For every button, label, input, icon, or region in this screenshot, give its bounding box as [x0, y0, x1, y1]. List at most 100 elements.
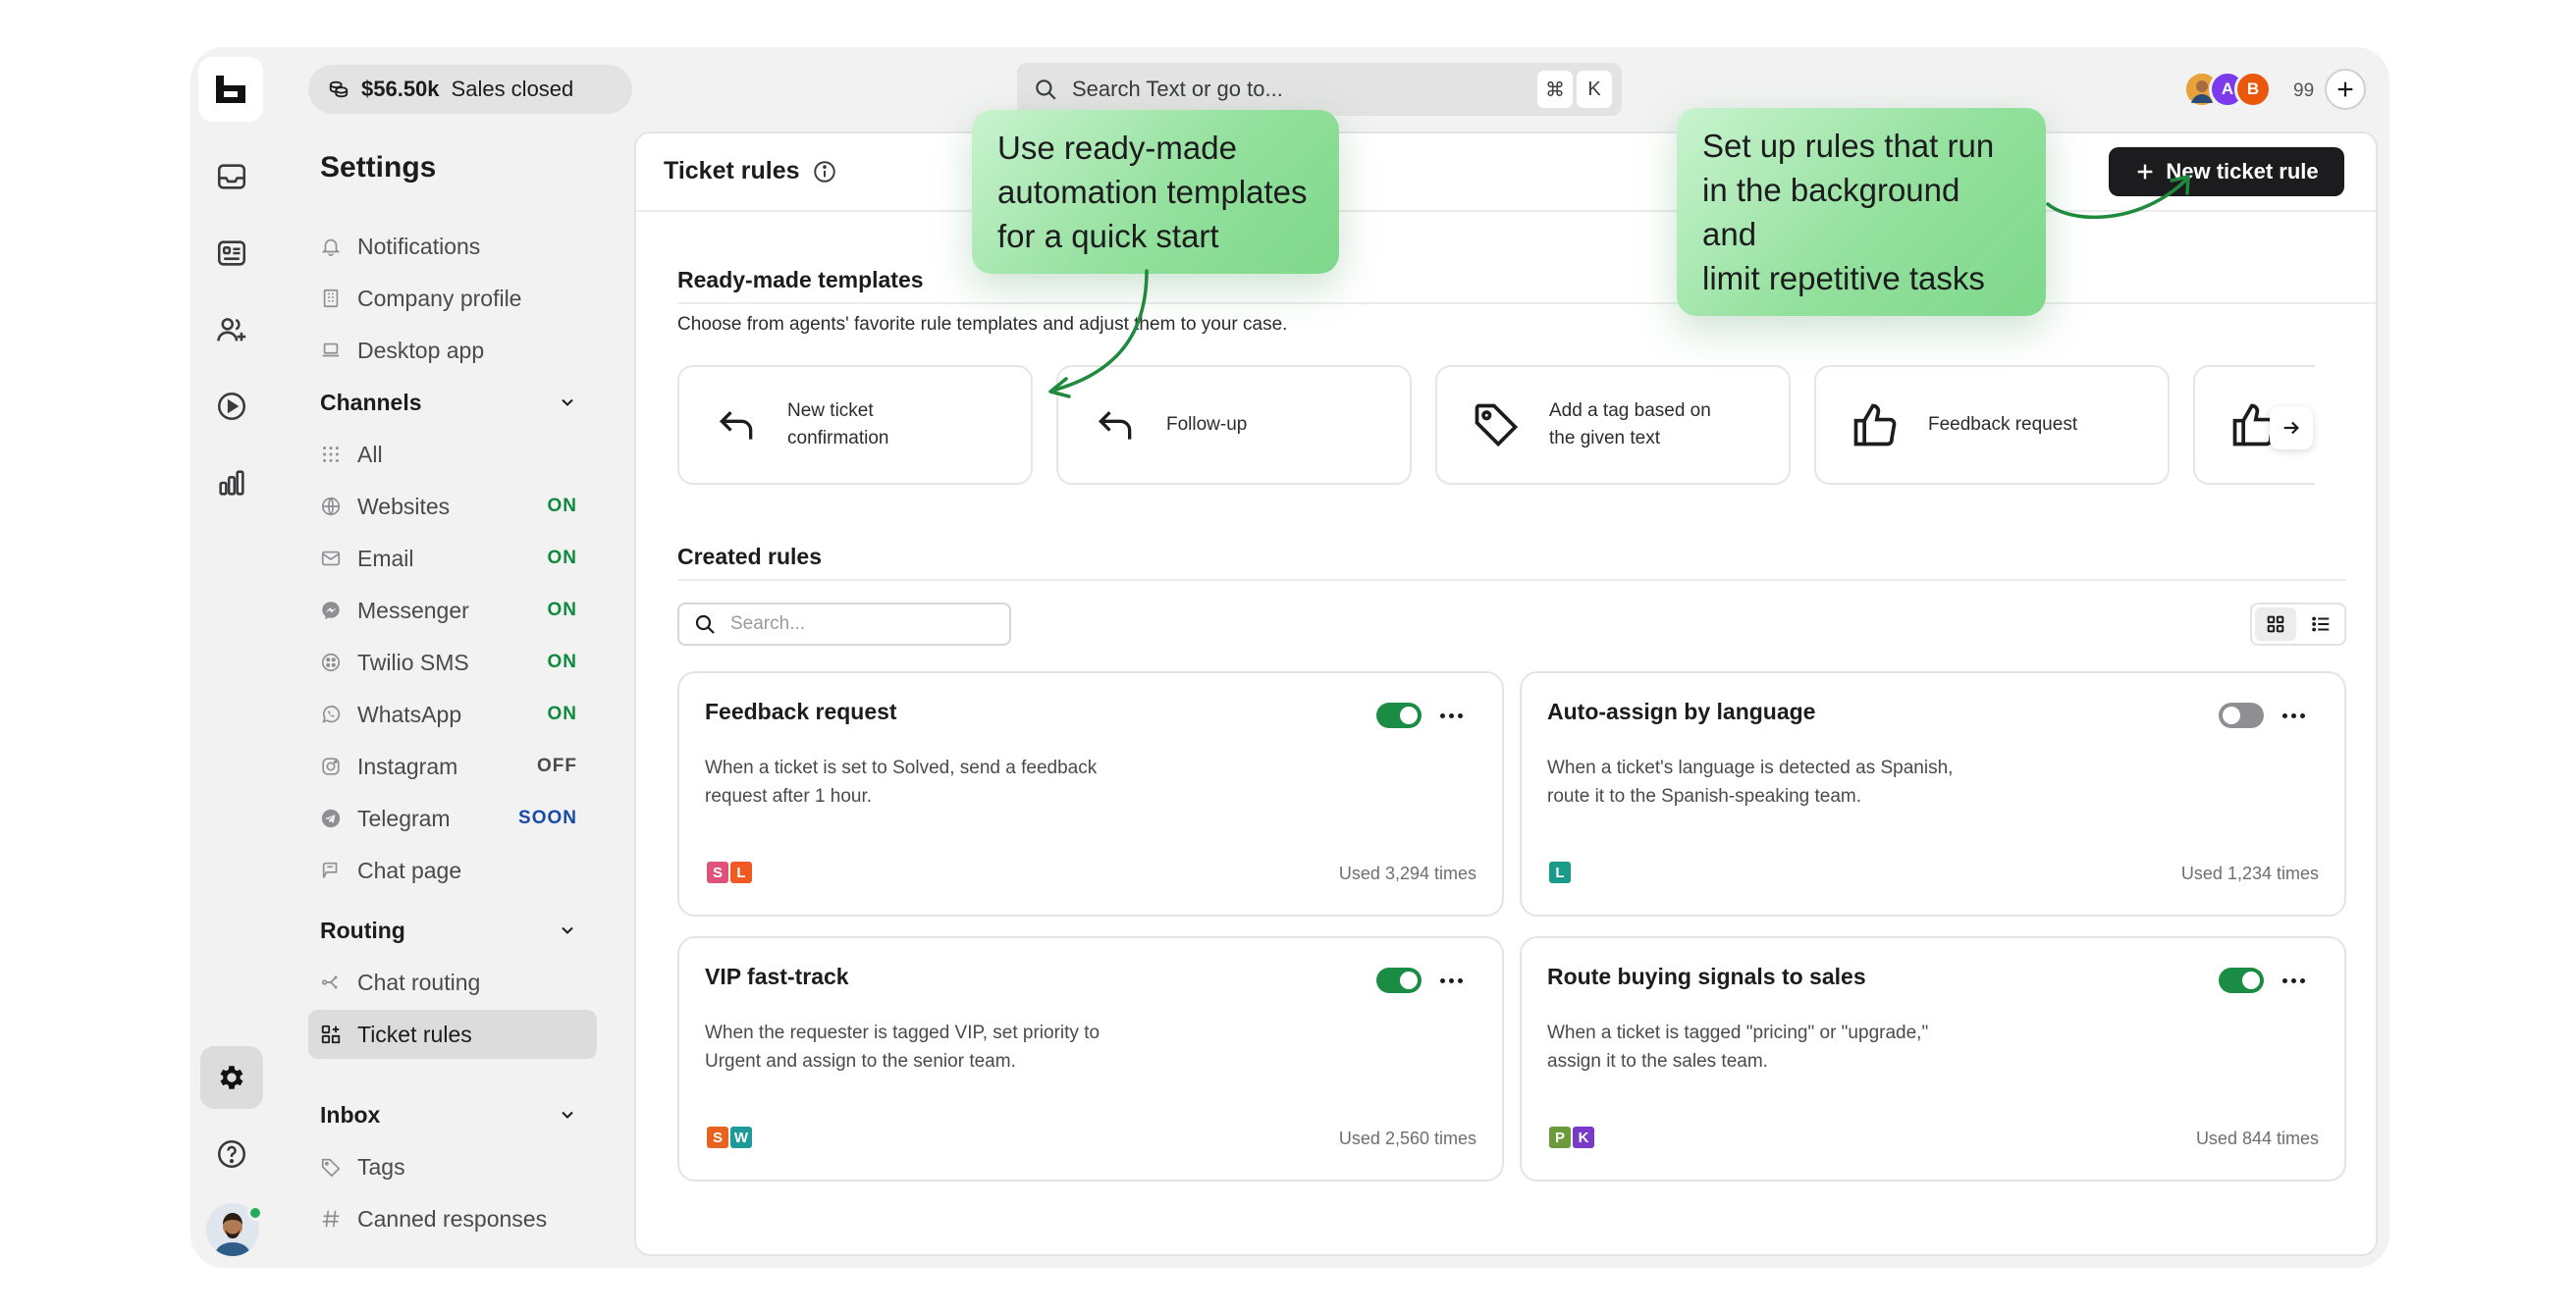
channels-section-header[interactable]: Channels: [308, 381, 597, 424]
nav-item-chat-page[interactable]: Chat page: [308, 846, 597, 895]
template-card-add-tag[interactable]: Add a tag based on the given text: [1435, 365, 1791, 485]
telegram-icon: [320, 808, 342, 829]
rule-desc-line: When a ticket is set to Solved, send a f…: [705, 758, 1098, 778]
list-view-button[interactable]: [2300, 607, 2341, 641]
add-button[interactable]: [2325, 69, 2366, 110]
nav-item-canned-responses[interactable]: Canned responses: [308, 1194, 597, 1243]
nav-item-twilio-sms[interactable]: Twilio SMS ON: [308, 638, 597, 687]
nav-item-whatsapp[interactable]: WhatsApp ON: [308, 690, 597, 739]
rule-enabled-toggle[interactable]: [2219, 703, 2264, 728]
new-ticket-rule-button[interactable]: New ticket rule: [2109, 147, 2344, 196]
rule-card-vip-fast-track[interactable]: VIP fast-track When the requester is tag…: [677, 936, 1504, 1182]
nav-item-instagram[interactable]: Instagram OFF: [308, 742, 597, 791]
nav-item-label: Tags: [357, 1153, 405, 1180]
chevron-down-icon: [562, 398, 573, 406]
nav-item-messenger[interactable]: Messenger ON: [308, 586, 597, 635]
global-search-input[interactable]: Search Text or go to... ⌘ K: [1017, 63, 1622, 116]
template-card-follow-up[interactable]: Follow-up: [1056, 365, 1412, 485]
grid-icon: [2267, 615, 2284, 633]
template-label-line: confirmation: [787, 428, 889, 448]
grid-view-button[interactable]: [2255, 607, 2296, 641]
search-icon: [1036, 79, 1056, 100]
nav-item-label: Chat routing: [357, 969, 481, 995]
rule-card-route-buying-signals[interactable]: Route buying signals to sales When a tic…: [1520, 936, 2346, 1182]
nav-item-label: Websites: [357, 493, 451, 519]
kbd-cmd: ⌘: [1537, 71, 1573, 108]
nav-item-tags[interactable]: Tags: [308, 1142, 597, 1191]
team-avatars[interactable]: A B 99: [2183, 67, 2314, 114]
inbox-nav-button[interactable]: [200, 145, 263, 208]
nav-item-desktop-app[interactable]: Desktop app: [308, 326, 597, 375]
nav-item-label: Notifications: [357, 233, 481, 259]
rule-desc-line: route it to the Spanish-speaking team.: [1547, 786, 1862, 807]
reports-nav-button[interactable]: [200, 451, 263, 514]
help-icon: [217, 1139, 246, 1169]
routing-heading: Routing: [320, 917, 405, 943]
help-nav-button[interactable]: [200, 1123, 263, 1185]
team-nav-button[interactable]: [200, 298, 263, 361]
rule-desc-line: When a ticket's language is detected as …: [1547, 758, 1954, 778]
rule-description: When a ticket's language is detected as …: [1547, 754, 2058, 811]
rules-search-input[interactable]: Search...: [677, 603, 1011, 646]
nav-item-company-profile[interactable]: Company profile: [308, 274, 597, 323]
app-logo[interactable]: [198, 57, 263, 122]
more-options-button[interactable]: [2278, 966, 2309, 995]
nav-item-label: Instagram: [357, 753, 458, 779]
online-status-dot: [247, 1205, 263, 1221]
status-badge: ON: [547, 600, 577, 620]
page-title: Ticket rules: [664, 157, 837, 185]
rule-description: When the requester is tagged VIP, set pr…: [705, 1019, 1215, 1076]
templates-next-button[interactable]: [2270, 406, 2313, 449]
plus-icon: [2138, 164, 2153, 180]
tag-icon: [320, 1156, 342, 1178]
inbox-section-header[interactable]: Inbox: [308, 1093, 597, 1136]
nav-item-telegram[interactable]: Telegram SOON: [308, 794, 597, 843]
more-options-button[interactable]: [1435, 966, 1467, 995]
reply-arrow-icon: [1098, 410, 1132, 440]
assignee-badges: S L: [705, 860, 754, 885]
contact-card-icon: [217, 240, 246, 266]
nav-item-all[interactable]: All: [308, 430, 597, 479]
usage-count: Used 844 times: [2195, 1129, 2319, 1148]
callout-line: in the background and: [1702, 172, 1960, 252]
more-options-button[interactable]: [1435, 701, 1467, 730]
nav-item-email[interactable]: Email ON: [308, 534, 597, 583]
template-card-feedback-request[interactable]: Feedback request: [1814, 365, 2170, 485]
messenger-icon: [320, 600, 342, 621]
rule-title: Route buying signals to sales: [1547, 964, 1866, 989]
page-title-text: Ticket rules: [664, 157, 800, 184]
assignee-badges: P K: [1547, 1125, 1596, 1150]
automations-nav-button[interactable]: [200, 375, 263, 438]
settings-nav-button[interactable]: [200, 1046, 263, 1109]
more-options-button[interactable]: [2278, 701, 2309, 730]
play-circle-icon: [217, 392, 246, 421]
rule-card-feedback-request[interactable]: Feedback request When a ticket is set to…: [677, 671, 1504, 917]
template-card-new-ticket-confirmation[interactable]: New ticket confirmation: [677, 365, 1033, 485]
sales-closed-pill[interactable]: $56.50k Sales closed: [308, 65, 632, 114]
usage-count: Used 3,294 times: [1338, 864, 1476, 883]
template-label-line: Feedback request: [1928, 414, 2078, 435]
nav-item-notifications[interactable]: Notifications: [308, 222, 597, 271]
usage-count: Used 2,560 times: [1338, 1129, 1476, 1148]
routing-section-header[interactable]: Routing: [308, 909, 597, 952]
nav-item-ticket-rules[interactable]: Ticket rules: [308, 1010, 597, 1059]
toggle-knob: [1400, 972, 1418, 989]
nav-item-websites[interactable]: Websites ON: [308, 482, 597, 531]
nav-item-chat-routing[interactable]: Chat routing: [308, 958, 597, 1007]
info-icon[interactable]: [812, 159, 837, 184]
template-label-line: New ticket: [787, 400, 874, 421]
list-icon: [2312, 616, 2330, 632]
panel-header: Ticket rules New ticket rule: [636, 133, 2376, 212]
rule-card-auto-assign-by-language[interactable]: Auto-assign by language When a ticket's …: [1520, 671, 2346, 917]
rule-enabled-toggle[interactable]: [1376, 968, 1422, 993]
building-icon: [320, 288, 342, 309]
assignee-badge: W: [728, 1125, 754, 1150]
rule-enabled-toggle[interactable]: [2219, 968, 2264, 993]
assignee-badge: P: [1547, 1125, 1573, 1150]
assignee-badge: K: [1571, 1125, 1596, 1150]
contacts-nav-button[interactable]: [200, 222, 263, 285]
inbox-heading: Inbox: [320, 1101, 381, 1128]
settings-title: Settings: [320, 151, 437, 184]
rule-enabled-toggle[interactable]: [1376, 703, 1422, 728]
assignee-badges: S W: [705, 1125, 754, 1150]
